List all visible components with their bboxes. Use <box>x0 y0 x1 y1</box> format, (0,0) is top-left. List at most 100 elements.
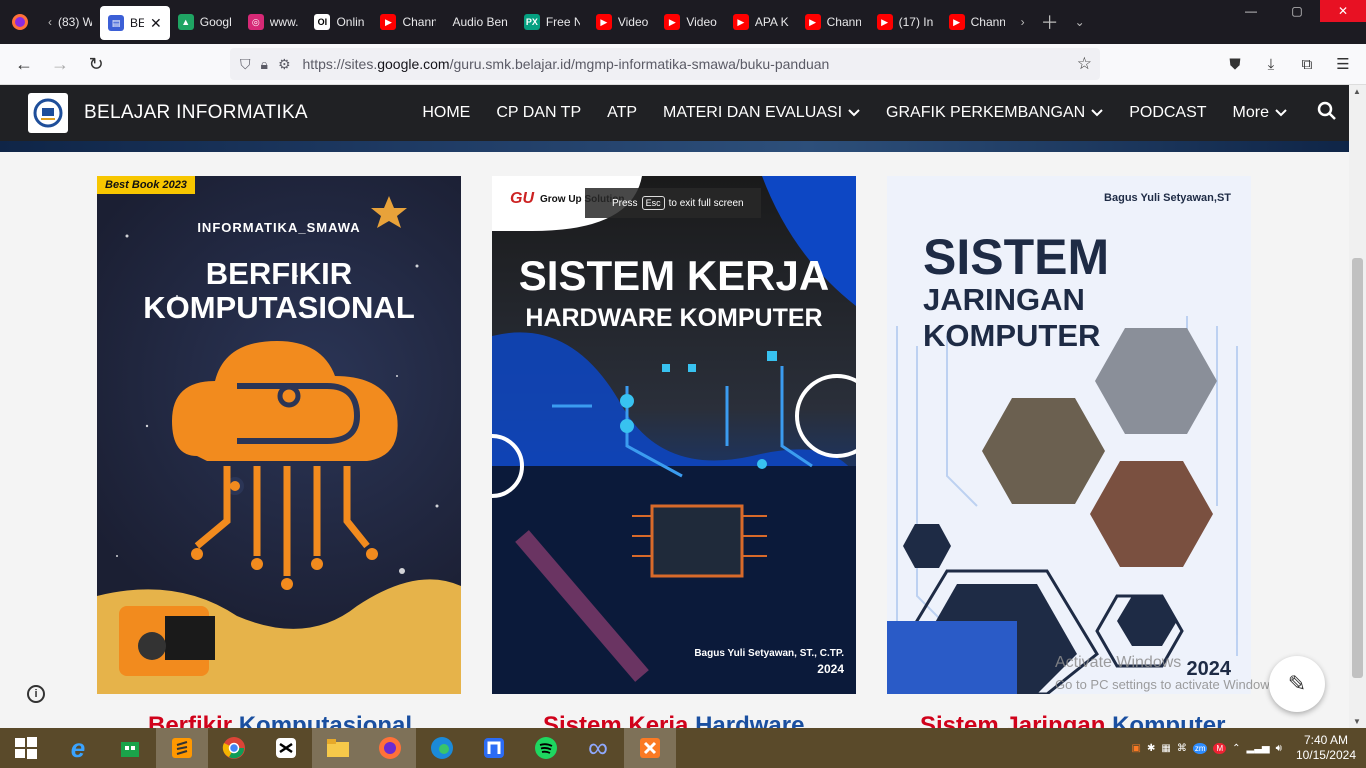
edge-icon[interactable] <box>416 728 468 768</box>
tab-label: Chann <box>402 15 437 29</box>
tab-10[interactable]: ▶ APA K <box>725 5 797 39</box>
book-year: 2024 <box>817 662 844 676</box>
nav-podcast[interactable]: PODCAST <box>1129 104 1206 122</box>
list-tabs-icon[interactable]: ⌄ <box>1067 5 1093 39</box>
zoom-icon[interactable]: zm <box>1192 742 1208 754</box>
close-window-icon[interactable]: ✕ <box>1320 0 1366 22</box>
book-cover-berfikir-komputasional[interactable]: Best Book 2023 INFORMATIKA_SMAWA BERFIKI… <box>97 176 461 694</box>
clock-date: 10/15/2024 <box>1295 748 1356 762</box>
chrome-icon[interactable] <box>208 728 260 768</box>
hamburger-menu-icon[interactable]: ☰ <box>1328 50 1358 78</box>
scroll-down-icon[interactable]: ▼ <box>1353 717 1361 726</box>
tab-5[interactable]: ▶ Chann <box>372 5 444 39</box>
close-tab-icon[interactable]: ✕ <box>150 15 162 32</box>
tab-3[interactable]: ◎ www. <box>240 5 307 39</box>
chevron-up-icon[interactable]: ⌃ <box>1232 743 1240 754</box>
nav-cp-dan-tp[interactable]: CP DAN TP <box>496 104 581 122</box>
tab-scroll-right-icon[interactable]: › <box>1013 5 1033 39</box>
tab-scroll-left-icon[interactable]: ‹ <box>48 15 52 29</box>
pexels-icon: PX <box>523 14 540 30</box>
chevron-down-icon <box>1091 109 1103 117</box>
new-tab-icon[interactable]: ＋ <box>1033 5 1067 39</box>
speaker-icon[interactable]: 🔊︎ <box>1276 743 1282 754</box>
nav-materi-dan-evaluasi[interactable]: MATERI DAN EVALUASI <box>663 104 860 122</box>
store-icon[interactable] <box>104 728 156 768</box>
xampp-tray-icon[interactable]: ▣ <box>1132 743 1141 754</box>
tab-11[interactable]: ▶ Chann <box>797 5 869 39</box>
lock-icon[interactable]: 🔒︎ <box>261 56 268 73</box>
youtube-icon: ▶ <box>732 14 749 30</box>
nav-label: CP DAN TP <box>496 104 582 121</box>
capcut-icon[interactable] <box>260 728 312 768</box>
fullscreen-notice: Press Esc to exit full screen <box>585 188 761 218</box>
clock[interactable]: 7:40 AM 10/15/2024 <box>1296 733 1356 763</box>
scroll-up-icon[interactable]: ▲ <box>1353 87 1361 96</box>
system-tray: ▣ ✱ ▦ ⌘ zm M ⌃ ▂▃▅ 🔊︎ 7:40 AM 10/15/2024 <box>1132 728 1366 768</box>
page-scrollbar[interactable]: ▲ ▼ <box>1349 85 1366 728</box>
watermark-title: Activate Windows <box>1055 654 1182 671</box>
notion-style-n-icon[interactable] <box>468 728 520 768</box>
address-bar[interactable]: ⛉ 🔒︎ ⚙︎ https://sites. google.com/guru.sm… <box>230 48 1100 80</box>
watermark-subtitle: Go to PC settings to activate Windows. <box>1055 677 1280 692</box>
nav-grafik-perkembangan[interactable]: GRAFIK PERKEMBANGAN <box>886 104 1103 122</box>
tab-6[interactable]: Audio Ben <box>444 5 515 39</box>
tab-active[interactable]: ▤ BEL ✕ <box>100 6 170 40</box>
firefox-icon[interactable] <box>0 0 40 44</box>
shield-icon[interactable]: ⛉ <box>240 56 251 73</box>
nav-label: MATERI DAN EVALUASI <box>663 104 843 121</box>
tab-4[interactable]: OI Onlin <box>306 5 372 39</box>
tab-9[interactable]: ▶ Video <box>656 5 724 39</box>
minimize-icon[interactable]: — <box>1228 0 1274 22</box>
forward-arrow-icon[interactable]: → <box>42 46 78 82</box>
book-cover-sistem-jaringan-komputer[interactable]: Bagus Yuli Setyawan,ST SISTEM JARINGAN K… <box>887 176 1251 694</box>
tab-13[interactable]: ▶ Chann <box>941 5 1013 39</box>
mail-m-icon[interactable]: M <box>1213 742 1227 754</box>
chevron-down-icon <box>848 109 860 117</box>
bluetooth-icon[interactable]: ✱ <box>1147 743 1155 754</box>
nav-more[interactable]: More <box>1233 104 1287 122</box>
tab-8[interactable]: ▶ Video <box>588 5 656 39</box>
edit-pencil-button[interactable]: ✎ <box>1269 656 1325 712</box>
tab-label: (17) In <box>898 15 933 29</box>
internet-explorer-icon[interactable]: e <box>52 728 104 768</box>
search-icon[interactable] <box>1317 101 1337 127</box>
file-explorer-icon[interactable] <box>312 728 364 768</box>
signal-icon[interactable]: ▂▃▅ <box>1247 743 1270 754</box>
fs-key: Esc <box>641 196 665 210</box>
tab-label: Audio Ben <box>452 15 508 29</box>
infinity-app-icon[interactable]: ∞ <box>572 728 624 768</box>
nav-home[interactable]: HOME <box>422 104 470 122</box>
tab-2[interactable]: ▲ Googl <box>170 5 240 39</box>
firefox-taskbar-icon[interactable] <box>364 728 416 768</box>
info-icon[interactable]: i <box>27 685 45 703</box>
nav-atp[interactable]: ATP <box>607 104 637 122</box>
site-title[interactable]: BELAJAR INFORMATIKA <box>84 102 308 124</box>
book-title-line1: SISTEM KERJA <box>518 252 830 299</box>
back-arrow-icon[interactable]: ← <box>6 46 42 82</box>
pocket-icon[interactable]: ⛊ <box>1220 50 1250 78</box>
site-nav: HOME CP DAN TP ATP MATERI DAN EVALUASI G… <box>422 85 1287 141</box>
tab-7[interactable]: PX Free N <box>516 5 588 39</box>
remote-icon[interactable]: ⌘ <box>1177 743 1187 754</box>
spotify-icon[interactable] <box>520 728 572 768</box>
sublime-text-icon[interactable] <box>156 728 208 768</box>
tab-12[interactable]: ▶ (17) In <box>869 5 941 39</box>
scrollbar-thumb[interactable] <box>1352 258 1363 678</box>
windows-start-icon[interactable] <box>0 728 52 768</box>
permissions-icon[interactable]: ⚙︎ <box>278 56 291 73</box>
tab-label: BEL <box>130 16 144 30</box>
network-adapter-icon[interactable]: ▦ <box>1161 743 1170 754</box>
fs-press: Press <box>612 197 638 209</box>
url-prefix: https://sites. <box>302 56 378 72</box>
bookmark-star-icon[interactable]: ☆ <box>1077 54 1092 74</box>
extensions-icon[interactable]: ⧉ <box>1292 50 1322 78</box>
downloads-icon[interactable]: ⤓ <box>1256 50 1286 78</box>
xampp-icon[interactable] <box>624 728 676 768</box>
fs-rest: to exit full screen <box>668 197 744 209</box>
reload-icon[interactable]: ↻ <box>78 46 114 82</box>
book-cover-sistem-kerja-hardware[interactable]: GU Grow Up Solution SISTEM KERJA HARDWAR… <box>492 176 856 694</box>
tab-0[interactable]: ‹ (83) W <box>40 5 100 39</box>
site-logo[interactable] <box>28 93 68 133</box>
instagram-icon: ◎ <box>247 14 264 30</box>
maximize-icon[interactable]: ▢ <box>1274 0 1320 22</box>
